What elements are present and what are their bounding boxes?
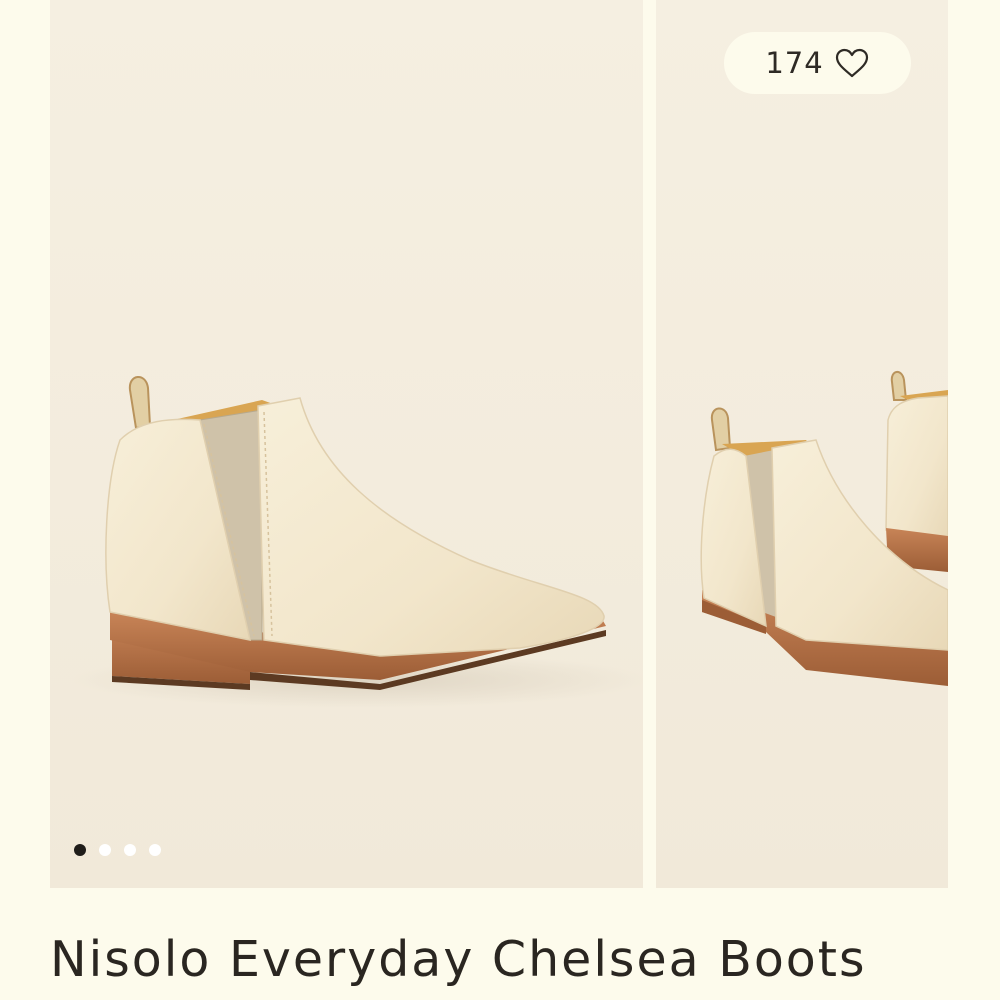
gallery-pagination (74, 844, 161, 856)
gallery-dot-1[interactable] (74, 844, 86, 856)
gallery-dot-4[interactable] (149, 844, 161, 856)
heart-icon (835, 48, 868, 78)
boot-side-view-image (70, 376, 643, 708)
product-photo-next[interactable] (656, 0, 948, 888)
product-title: Nisolo Everyday Chelsea Boots (50, 931, 867, 988)
product-image-gallery[interactable]: 174 (0, 0, 1000, 890)
favorite-button[interactable]: 174 (724, 32, 911, 94)
gallery-dot-2[interactable] (99, 844, 111, 856)
boot-pair-view-image (700, 371, 948, 686)
product-photo-main[interactable] (50, 0, 643, 888)
gallery-dot-3[interactable] (124, 844, 136, 856)
favorite-count: 174 (765, 46, 824, 80)
product-page: 174 Nisolo Everyday Chelsea Boots (0, 0, 1000, 1000)
